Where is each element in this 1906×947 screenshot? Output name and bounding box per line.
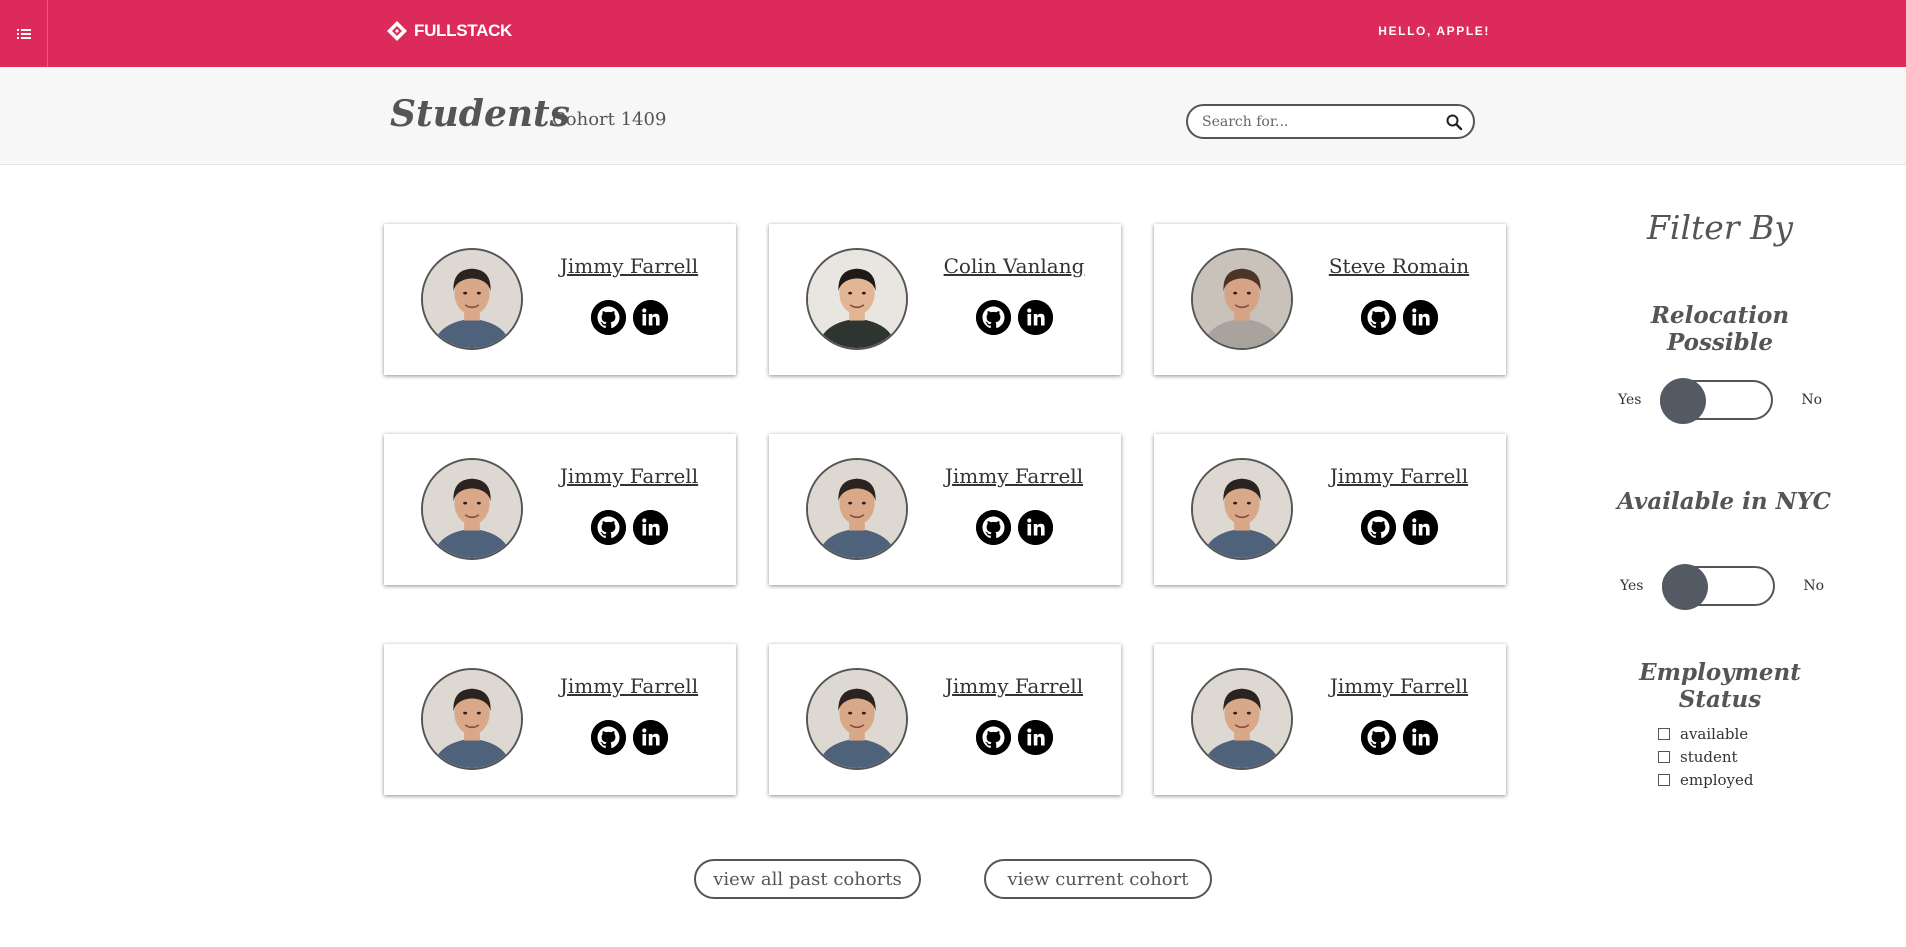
student-name-link[interactable]: Jimmy Farrell — [534, 464, 724, 488]
github-icon[interactable] — [590, 510, 626, 545]
page-title: Students — [390, 93, 570, 135]
linkedin-icon[interactable] — [1402, 720, 1438, 755]
relocation-heading: Relocation Possible — [1650, 302, 1790, 356]
linkedin-icon[interactable] — [632, 720, 668, 755]
checkbox[interactable] — [1658, 727, 1670, 740]
view-current-cohort-button[interactable]: view current cohort — [984, 859, 1212, 899]
github-icon[interactable] — [590, 720, 626, 755]
student-card[interactable]: Jimmy Farrell — [1154, 644, 1506, 795]
student-avatar[interactable] — [806, 458, 908, 560]
brand-name: FULLSTACK — [414, 21, 513, 40]
relocation-yes-label: Yes — [1618, 392, 1642, 408]
github-icon[interactable] — [1360, 510, 1396, 545]
page-header: Students Cohort 1409 — [0, 67, 1906, 165]
student-card[interactable]: Jimmy Farrell — [769, 434, 1121, 585]
linkedin-icon[interactable] — [632, 510, 668, 545]
fullstack-diamond-icon — [387, 21, 407, 41]
user-greeting[interactable]: HELLO, APPLE! — [1378, 24, 1490, 38]
nyc-heading: Available in NYC — [1617, 488, 1831, 515]
relocation-toggle[interactable] — [1660, 378, 1773, 424]
linkedin-icon[interactable] — [1402, 510, 1438, 545]
social-links — [1304, 720, 1494, 755]
status-option-student[interactable]: student — [1658, 745, 1753, 768]
relocation-toggle-row: Yes No — [1600, 378, 1840, 424]
student-card[interactable]: Jimmy Farrell — [384, 644, 736, 795]
nyc-toggle[interactable] — [1662, 564, 1775, 610]
student-card[interactable]: Steve Romain — [1154, 224, 1506, 375]
social-links — [919, 720, 1109, 755]
relocation-no-label: No — [1801, 392, 1822, 408]
student-card[interactable]: Jimmy Farrell — [769, 644, 1121, 795]
search-box[interactable] — [1186, 104, 1475, 139]
student-avatar[interactable] — [806, 668, 908, 770]
student-avatar[interactable] — [1191, 248, 1293, 350]
status-option-label: available — [1680, 724, 1749, 743]
student-avatar[interactable] — [421, 248, 523, 350]
checkbox[interactable] — [1658, 750, 1670, 763]
github-icon[interactable] — [590, 300, 626, 335]
view-past-cohorts-button[interactable]: view all past cohorts — [694, 859, 921, 899]
status-option-label: student — [1680, 747, 1738, 766]
list-icon — [16, 28, 31, 39]
student-avatar[interactable] — [421, 458, 523, 560]
social-links — [919, 510, 1109, 545]
search-icon[interactable] — [1445, 113, 1463, 131]
social-links — [534, 300, 724, 335]
search-input[interactable] — [1202, 113, 1445, 130]
social-links — [1304, 300, 1494, 335]
github-icon[interactable] — [975, 300, 1011, 335]
student-name-link[interactable]: Jimmy Farrell — [1304, 674, 1494, 698]
top-navbar: FULLSTACK HELLO, APPLE! — [0, 0, 1906, 67]
student-name-link[interactable]: Jimmy Farrell — [534, 254, 724, 278]
student-card[interactable]: Jimmy Farrell — [384, 224, 736, 375]
github-icon[interactable] — [1360, 300, 1396, 335]
student-card[interactable]: Jimmy Farrell — [384, 434, 736, 585]
github-icon[interactable] — [975, 510, 1011, 545]
status-option-employed[interactable]: employed — [1658, 768, 1753, 791]
nyc-no-label: No — [1803, 578, 1824, 594]
student-card[interactable]: Jimmy Farrell — [1154, 434, 1506, 585]
student-name-link[interactable]: Jimmy Farrell — [1304, 464, 1494, 488]
menu-toggle-button[interactable] — [0, 0, 48, 67]
nyc-yes-label: Yes — [1620, 578, 1644, 594]
status-option-available[interactable]: available — [1658, 722, 1753, 745]
employment-heading: Employment Status — [1639, 659, 1801, 713]
filter-title: Filter By — [1647, 208, 1793, 247]
checkbox[interactable] — [1658, 773, 1670, 786]
student-name-link[interactable]: Steve Romain — [1304, 254, 1494, 278]
nyc-toggle-row: Yes No — [1602, 564, 1842, 610]
brand-logo[interactable]: FULLSTACK — [386, 20, 512, 42]
student-grid: Jimmy Farrell Colin Vanlang Steve Romain Ji… — [384, 224, 1508, 795]
github-icon[interactable] — [975, 720, 1011, 755]
github-icon[interactable] — [1360, 720, 1396, 755]
toggle-knob[interactable] — [1662, 564, 1708, 610]
linkedin-icon[interactable] — [1017, 720, 1053, 755]
student-avatar[interactable] — [1191, 458, 1293, 560]
linkedin-icon[interactable] — [632, 300, 668, 335]
student-avatar[interactable] — [421, 668, 523, 770]
status-option-label: employed — [1680, 770, 1754, 789]
student-name-link[interactable]: Jimmy Farrell — [534, 674, 724, 698]
student-avatar[interactable] — [806, 248, 908, 350]
social-links — [534, 720, 724, 755]
student-name-link[interactable]: Colin Vanlang — [919, 254, 1109, 278]
student-avatar[interactable] — [1191, 668, 1293, 770]
cohort-label: Cohort 1409 — [552, 109, 667, 130]
linkedin-icon[interactable] — [1402, 300, 1438, 335]
linkedin-icon[interactable] — [1017, 300, 1053, 335]
student-name-link[interactable]: Jimmy Farrell — [919, 674, 1109, 698]
social-links — [534, 510, 724, 545]
social-links — [1304, 510, 1494, 545]
student-name-link[interactable]: Jimmy Farrell — [919, 464, 1109, 488]
linkedin-icon[interactable] — [1017, 510, 1053, 545]
employment-status-list: available student employed — [1658, 722, 1753, 791]
toggle-knob[interactable] — [1660, 378, 1706, 424]
student-card[interactable]: Colin Vanlang — [769, 224, 1121, 375]
social-links — [919, 300, 1109, 335]
